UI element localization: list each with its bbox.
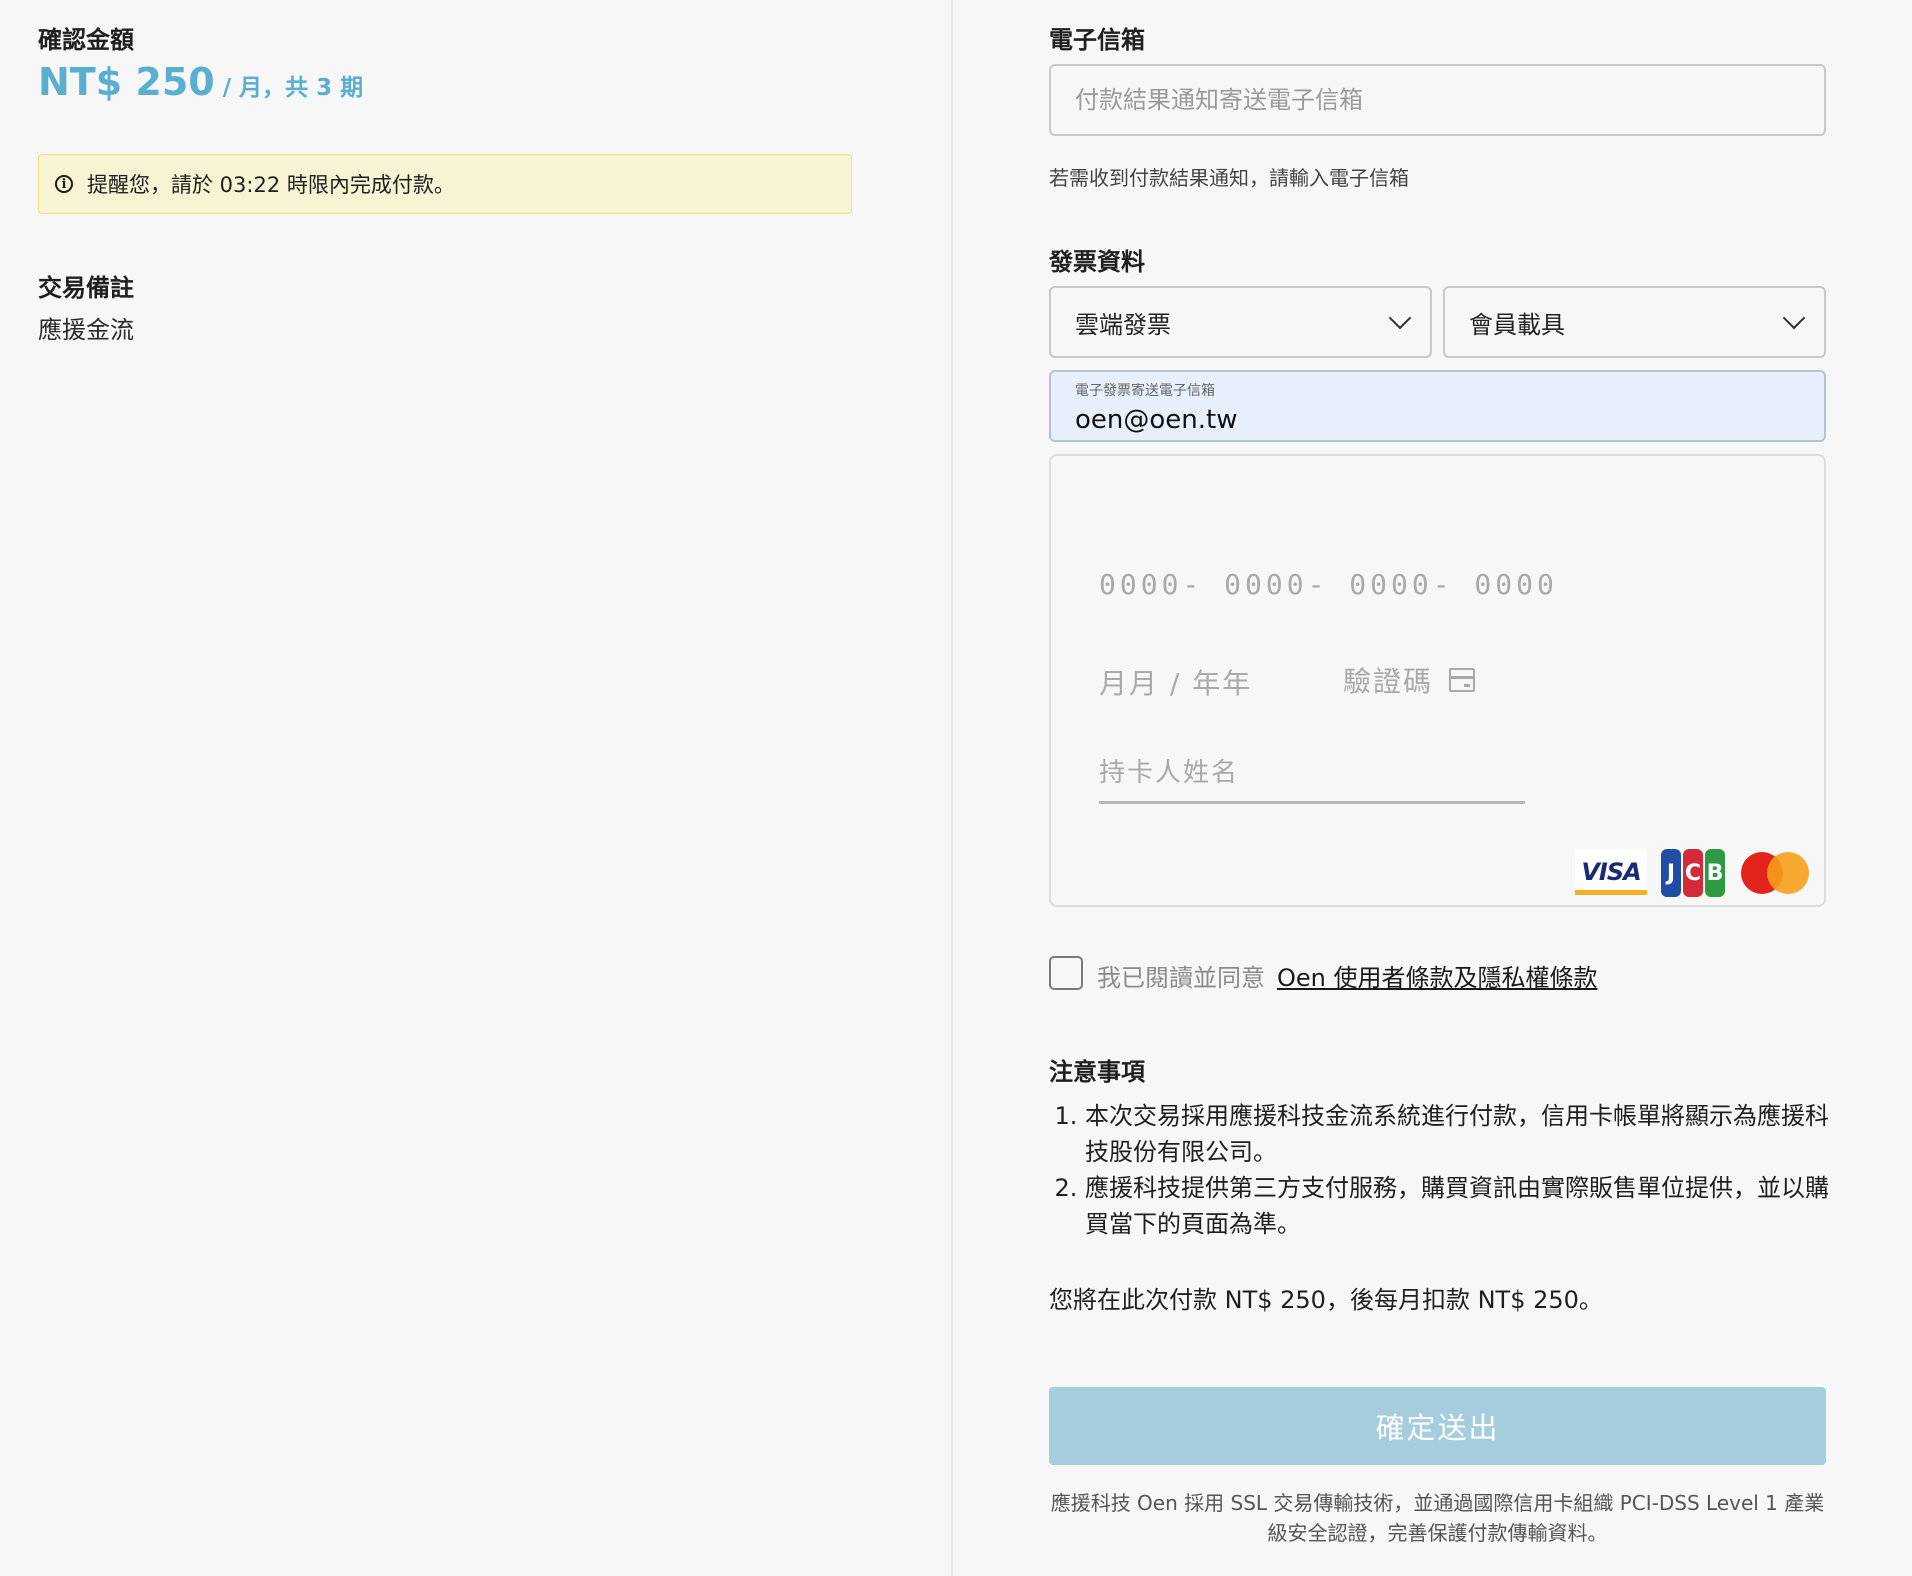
card-back-icon [1449, 668, 1476, 692]
terms-agreement: 我已閱讀並同意 Oen 使用者條款及隱私權條款 [1097, 958, 1598, 993]
amount-period: / 月，共 3 期 [222, 75, 364, 101]
amount-label: 確認金額 [38, 26, 134, 54]
security-footer: 應援科技 Oen 採用 SSL 交易傳輸技術，並通過國際信用卡組織 PCI-DS… [1050, 1491, 1825, 1545]
chevron-down-icon [1388, 306, 1412, 330]
amount-value: NT$ 250 [38, 60, 215, 104]
carrier-type-select[interactable]: 會員載具 [1443, 286, 1826, 358]
email-field-wrapper [1049, 64, 1826, 136]
invoice-type-select[interactable]: 雲端發票 [1049, 286, 1432, 358]
invoice-type-value: 雲端發票 [1075, 310, 1171, 339]
panel-divider [951, 0, 953, 1576]
cvc-placeholder: 驗證碼 [1343, 665, 1434, 698]
card-number-input[interactable]: 0000- 0000- 0000- 0000 [1099, 568, 1558, 601]
remark-value: 應援金流 [38, 316, 134, 344]
payment-summary: 您將在此次付款 NT$ 250，後每月扣款 NT$ 250。 [1049, 1286, 1603, 1314]
amount-display: NT$ 250 / 月，共 3 期 [38, 60, 363, 104]
info-icon: i [55, 175, 73, 193]
invoice-label: 發票資料 [1049, 248, 1145, 276]
note-item: 本次交易採用應援科技金流系統進行付款，信用卡帳單將顯示為應援科技股份有限公司。 [1085, 1098, 1829, 1170]
remark-label: 交易備註 [38, 274, 134, 302]
terms-checkbox[interactable] [1049, 956, 1083, 990]
credit-card-form: 0000- 0000- 0000- 0000 月月 / 年年 驗證碼 持卡人姓名… [1049, 454, 1826, 907]
notes-list: 本次交易採用應援科技金流系統進行付款，信用卡帳單將顯示為應援科技股份有限公司。 … [1049, 1098, 1829, 1242]
agree-text: 我已閱讀並同意 [1097, 964, 1265, 992]
email-label: 電子信箱 [1049, 26, 1145, 54]
invoice-email-field[interactable]: 電子發票寄送電子信箱 oen@oen.tw [1049, 370, 1826, 442]
chevron-down-icon [1782, 306, 1806, 330]
timer-notice: i 提醒您，請於 03:22 時限內完成付款。 [38, 154, 852, 214]
note-item: 應援科技提供第三方支付服務，購買資訊由實際販售單位提供，並以購買當下的頁面為準。 [1085, 1170, 1829, 1242]
carrier-type-value: 會員載具 [1469, 310, 1565, 339]
notice-text: 提醒您，請於 03:22 時限內完成付款。 [87, 173, 455, 197]
invoice-email-value: oen@oen.tw [1075, 405, 1238, 435]
jcb-logo: J C B [1661, 849, 1725, 897]
visa-logo: VISA [1575, 849, 1647, 895]
submit-button[interactable]: 確定送出 [1049, 1387, 1826, 1465]
email-input[interactable] [1051, 66, 1824, 134]
invoice-email-label: 電子發票寄送電子信箱 [1075, 383, 1215, 399]
terms-link[interactable]: Oen 使用者條款及隱私權條款 [1277, 964, 1598, 992]
cardholder-name-input[interactable]: 持卡人姓名 [1099, 752, 1239, 789]
email-hint: 若需收到付款結果通知，請輸入電子信箱 [1049, 166, 1409, 190]
notes-title: 注意事項 [1049, 1058, 1145, 1086]
card-cvc-input[interactable]: 驗證碼 [1343, 660, 1476, 700]
mastercard-logo [1741, 852, 1809, 894]
cardholder-name-underline [1099, 801, 1525, 804]
card-expiry-input[interactable]: 月月 / 年年 [1099, 662, 1252, 702]
